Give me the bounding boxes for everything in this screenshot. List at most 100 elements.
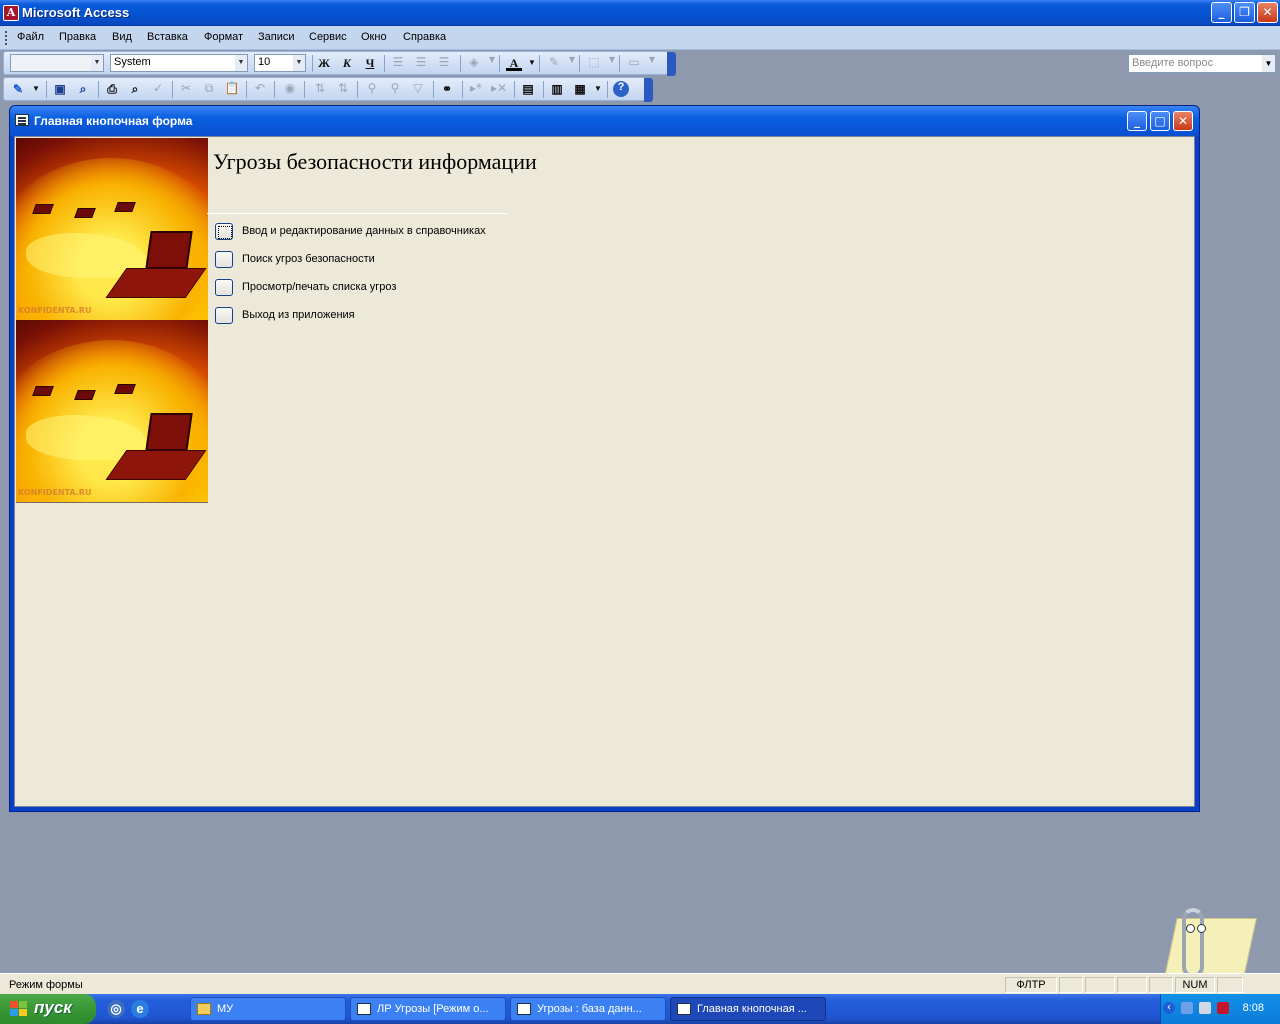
chevron-down-icon[interactable]: ▼ xyxy=(235,55,247,71)
task-mu[interactable]: МУ xyxy=(190,997,346,1021)
chevron-down-icon[interactable]: ▼ xyxy=(564,55,580,71)
start-button[interactable]: пуск xyxy=(0,994,96,1024)
align-right-icon[interactable]: ☰ xyxy=(436,55,452,71)
paste-icon[interactable]: 📋 xyxy=(224,81,240,97)
form-minimize-button[interactable]: _ xyxy=(1127,111,1147,131)
cut-icon[interactable]: ✂ xyxy=(178,81,194,97)
task-word-doc[interactable]: ЛР Угрозы [Режим о... xyxy=(350,997,506,1021)
database-window-icon[interactable]: ▥ xyxy=(549,81,565,97)
find-binoculars-icon[interactable]: ⚭ xyxy=(439,81,455,97)
switchboard-button[interactable] xyxy=(215,307,233,324)
menu-edit[interactable]: Правка xyxy=(59,31,96,43)
chevron-down-icon[interactable]: ▼ xyxy=(644,55,660,71)
task-switchboard[interactable]: Главная кнопочная ... xyxy=(670,997,826,1021)
antivirus-icon[interactable] xyxy=(1217,1002,1229,1014)
print-preview-icon[interactable]: ⌕ xyxy=(127,81,143,97)
toolbar-options-button[interactable] xyxy=(644,78,653,102)
file-search-icon[interactable]: ⌕ xyxy=(75,81,91,97)
underline-button[interactable]: Ч xyxy=(362,55,378,71)
switchboard-button[interactable] xyxy=(215,251,233,268)
formatting-toolbar: ▼ System ▼ 10 ▼ Ж К Ч ☰ ☰ ☰ ◈ ▼ A ▼ ✎ ▼ ⬚ … xyxy=(3,51,676,76)
menu-file[interactable]: Файл xyxy=(17,31,44,43)
copy-icon[interactable]: ⧉ xyxy=(201,81,217,97)
paperclip-icon[interactable] xyxy=(1182,908,1204,978)
undo-icon[interactable]: ↶ xyxy=(252,81,268,97)
help-dropdown-icon[interactable]: ▼ xyxy=(1262,55,1275,72)
switchboard-label[interactable]: Ввод и редактирование данных в справочни… xyxy=(242,225,486,237)
font-combo[interactable]: System ▼ xyxy=(110,54,248,72)
object-combo[interactable]: ▼ xyxy=(10,54,104,72)
picture-tile: KONFIDENTA.RU xyxy=(16,138,208,320)
border-style-icon[interactable]: ⬚ xyxy=(586,55,602,71)
align-center-icon[interactable]: ☰ xyxy=(413,55,429,71)
switchboard-label[interactable]: Поиск угроз безопасности xyxy=(242,253,375,265)
delete-record-icon[interactable]: ▸✕ xyxy=(491,81,507,97)
line-color-icon[interactable]: ✎ xyxy=(546,55,562,71)
tray-expand-icon[interactable]: ‹ xyxy=(1163,1002,1175,1014)
minimize-button[interactable]: _ xyxy=(1211,2,1232,23)
printer-icon[interactable] xyxy=(1199,1002,1211,1014)
menu-insert[interactable]: Вставка xyxy=(147,31,188,43)
filter-by-selection-icon[interactable]: ⚲ xyxy=(364,81,380,97)
menu-view[interactable]: Вид xyxy=(112,31,132,43)
chevron-down-icon[interactable]: ▼ xyxy=(484,55,500,71)
task-label: Главная кнопочная ... xyxy=(697,1003,807,1015)
print-icon[interactable]: ⎙ xyxy=(104,81,120,97)
app-title: Microsoft Access xyxy=(22,5,130,20)
access-application: A Microsoft Access _ ❐ ✕ Файл Правка Вид… xyxy=(0,0,1280,1024)
line-width-icon[interactable]: ▭ xyxy=(626,55,642,71)
chevron-down-icon[interactable]: ▼ xyxy=(28,81,44,97)
menu-format[interactable]: Формат xyxy=(204,31,243,43)
save-icon[interactable]: ▣ xyxy=(52,81,68,97)
chevron-down-icon[interactable]: ▼ xyxy=(604,55,620,71)
align-left-icon[interactable]: ☰ xyxy=(390,55,406,71)
spelling-icon[interactable]: ✓ xyxy=(150,81,166,97)
apply-filter-icon[interactable]: ▽ xyxy=(410,81,426,97)
picture-tile: KONFIDENTA.RU xyxy=(16,320,208,502)
toolbar-options-button[interactable] xyxy=(667,52,676,76)
toolbar-separator xyxy=(384,55,385,72)
menu-tools[interactable]: Сервис xyxy=(309,31,347,43)
toolbar-separator xyxy=(539,55,540,72)
app-title-bar[interactable]: A Microsoft Access _ ❐ ✕ xyxy=(0,0,1280,26)
chevron-down-icon[interactable]: ▼ xyxy=(590,81,606,97)
menu-records[interactable]: Записи xyxy=(258,31,295,43)
font-color-icon[interactable]: A xyxy=(506,55,522,71)
switchboard-button[interactable] xyxy=(215,279,233,296)
filter-by-form-icon[interactable]: ⚲ xyxy=(387,81,403,97)
hyperlink-icon[interactable]: ◉ xyxy=(282,81,298,97)
sort-ascending-icon[interactable]: ⇅ xyxy=(312,81,328,97)
chevron-down-icon[interactable]: ▼ xyxy=(293,55,305,71)
new-record-icon[interactable]: ▸* xyxy=(468,81,484,97)
restore-button[interactable]: ❐ xyxy=(1234,2,1255,23)
italic-button[interactable]: К xyxy=(339,55,355,71)
internet-explorer-icon[interactable]: e xyxy=(131,1000,149,1018)
menu-help[interactable]: Справка xyxy=(403,31,446,43)
font-size-combo[interactable]: 10 ▼ xyxy=(254,54,306,72)
switchboard-label[interactable]: Выход из приложения xyxy=(242,309,355,321)
show-desktop-icon[interactable]: ◎ xyxy=(107,1000,125,1018)
fill-color-icon[interactable]: ◈ xyxy=(466,55,482,71)
switchboard-label[interactable]: Просмотр/печать списка угроз xyxy=(242,281,396,293)
network-icon[interactable] xyxy=(1181,1002,1193,1014)
form-close-button[interactable]: ✕ xyxy=(1173,111,1193,131)
form-title-bar[interactable]: Главная кнопочная форма _ □ ✕ xyxy=(10,106,1199,136)
chevron-down-icon[interactable]: ▼ xyxy=(91,55,103,71)
switchboard-button[interactable] xyxy=(215,223,233,240)
view-design-icon[interactable]: ✎ xyxy=(10,81,26,97)
properties-icon[interactable]: ▤ xyxy=(520,81,536,97)
menu-grip[interactable] xyxy=(5,31,8,45)
bold-button[interactable]: Ж xyxy=(316,55,332,71)
help-icon[interactable]: ? xyxy=(613,81,629,97)
sort-descending-icon[interactable]: ⇅ xyxy=(335,81,351,97)
form-maximize-button[interactable]: □ xyxy=(1150,111,1170,131)
help-question-box[interactable]: Введите вопрос ▼ xyxy=(1128,54,1276,73)
menu-window[interactable]: Окно xyxy=(361,31,387,43)
task-access-db[interactable]: Угрозы : база данн... xyxy=(510,997,666,1021)
close-button[interactable]: ✕ xyxy=(1257,2,1278,23)
status-panel xyxy=(1117,977,1147,993)
new-object-icon[interactable]: ▦ xyxy=(572,81,588,97)
chevron-down-icon[interactable]: ▼ xyxy=(524,55,540,71)
form-icon[interactable] xyxy=(15,114,29,126)
access-key-icon[interactable]: A xyxy=(3,5,19,21)
